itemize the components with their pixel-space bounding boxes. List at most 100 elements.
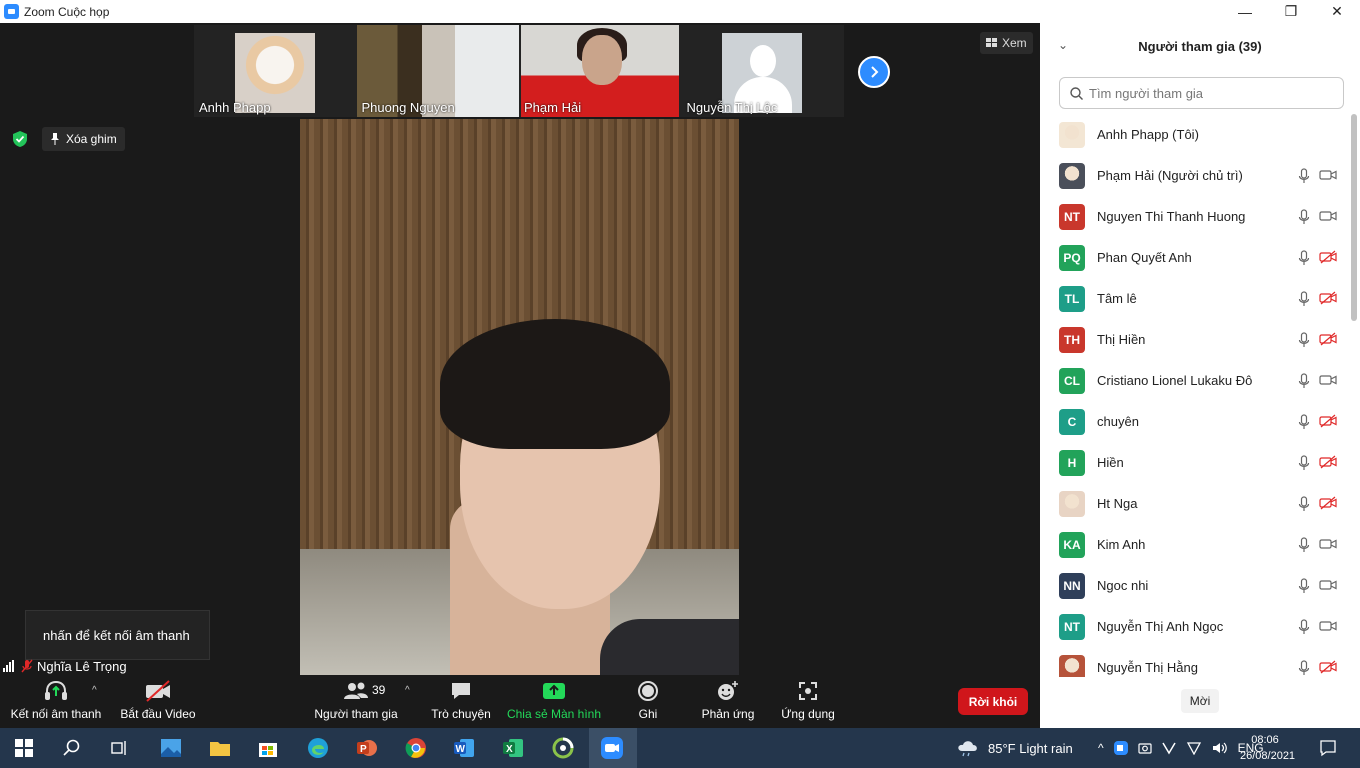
participant-search-input[interactable] [1089,85,1329,101]
excel-icon[interactable]: X [501,736,525,760]
participant-search[interactable] [1059,77,1344,109]
participants-icon [344,682,368,699]
video-off-icon [1319,332,1337,346]
join-audio-label: Kết nối âm thanh [10,707,102,721]
camera-tray-icon[interactable] [1138,741,1152,755]
unpin-button[interactable]: Xóa ghim [42,127,125,151]
participant-row[interactable]: KA Kim Anh [1040,524,1352,565]
participant-row[interactable]: Anhh Phapp (Tôi) [1040,114,1352,155]
main-video-feed [300,119,739,675]
thumbnail-name: Anhh Phapp [199,100,271,115]
mic-icon [1298,578,1310,593]
start-menu-icon[interactable] [12,736,36,760]
reactions-label: Phản ứng [701,707,755,721]
active-speaker-tag: Nghĩa Lê Trọng [0,657,127,675]
powerpoint-icon[interactable]: P [355,736,379,760]
participant-avatar: NT [1059,203,1085,230]
file-explorer-icon[interactable] [208,736,232,760]
participant-row[interactable]: Cchuyên [1040,401,1352,442]
participant-list-scrollbar[interactable] [1351,114,1357,677]
title-bar: Zoom Cuộc họp — ❐ ✕ [0,0,1360,23]
participant-row[interactable]: NT Nguyễn Thị Anh Ngọc [1040,606,1352,647]
share-screen-button[interactable]: Chia sẻ Màn hình [506,675,602,728]
mic-icon [1298,660,1310,675]
wifi-icon[interactable] [1186,741,1202,755]
participant-name: Cristiano Lionel Lukaku Đô [1097,373,1253,388]
audio-options-caret-icon[interactable]: ^ [92,685,97,696]
mic-icon [1298,209,1310,224]
thumbnail-anhh-phapp[interactable]: Anhh Phapp [194,25,357,117]
encryption-shield-icon[interactable] [11,130,29,148]
photos-app-icon[interactable] [159,736,183,760]
participants-button[interactable]: Người tham gia [310,675,402,728]
participant-avatar: PQ [1059,244,1085,271]
video-icon [1319,580,1337,590]
participant-name: Nguyễn Thị Anh Ngọc [1097,619,1224,634]
show-hidden-icons-caret-icon[interactable]: ^ [1098,741,1104,755]
video-off-icon [146,680,170,702]
participant-list: Anhh Phapp (Tôi) Phạm Hải (Người chủ trì)… [1040,114,1352,677]
weather-widget[interactable]: 85°F Light rain [956,728,1073,768]
participant-name: Nguyễn Thị Hằng [1097,660,1198,675]
minimize-button[interactable]: — [1222,0,1268,23]
word-icon[interactable]: W [452,736,476,760]
thumbnail-nguyen-thi-loc[interactable]: Nguyễn Thị Lộc [682,25,845,117]
zoom-taskbar-icon[interactable] [600,736,624,760]
cloud-rain-icon [958,741,977,757]
next-page-button[interactable] [858,56,890,88]
participants-panel-title: Người tham gia (39) [1138,38,1262,54]
microsoft-store-icon[interactable] [256,736,280,760]
thumbnail-strip: Anhh Phapp Phuong Nguyen Phạm Hải Nguyễn… [194,25,844,117]
participant-avatar: KA [1059,531,1085,558]
participants-options-caret-icon[interactable]: ^ [405,685,410,696]
maximize-button[interactable]: ❐ [1268,0,1314,23]
participant-avatar [1059,654,1085,677]
headphones-icon [45,680,67,700]
chat-button[interactable]: Trò chuyện [428,675,494,728]
participant-video-face [582,35,622,85]
notifications-icon[interactable] [1316,736,1340,760]
participant-row[interactable]: H Hiền [1040,442,1352,483]
unpin-label: Xóa ghim [66,132,117,146]
participant-name: Thị Hiền [1097,332,1146,347]
record-button[interactable]: Ghi [628,675,668,728]
volume-icon[interactable] [1212,741,1228,755]
invite-button[interactable]: Mời [1181,689,1219,713]
participant-row[interactable]: Phạm Hải (Người chủ trì) [1040,155,1352,196]
participants-label: Người tham gia [314,707,398,721]
participant-row[interactable]: TL Tâm lê [1040,278,1352,319]
system-tray: ^ ENG [1098,728,1264,768]
close-button[interactable]: ✕ [1314,0,1360,23]
zoom-tray-icon[interactable] [1113,741,1128,755]
reactions-button[interactable]: Phản ứng [698,675,758,728]
chrome-browser-icon[interactable] [404,736,428,760]
edge-browser-icon[interactable] [306,736,330,760]
participant-row[interactable]: NT Nguyen Thi Thanh Huong [1040,196,1352,237]
apps-icon [799,682,817,700]
participant-row[interactable]: Ht Nga [1040,483,1352,524]
apps-button[interactable]: Ứng dụng [778,675,838,728]
join-audio-tooltip[interactable]: nhấn để kết nối âm thanh [25,610,210,660]
participant-row[interactable]: TH Thị Hiền [1040,319,1352,360]
system-clock[interactable]: 08:06 26/08/2021 [1240,732,1296,764]
view-button[interactable]: Xem [980,32,1033,54]
nvidia-tray-icon[interactable] [1161,741,1176,755]
participant-row[interactable]: PQ Phan Quyết Anh [1040,237,1352,278]
join-audio-button[interactable]: Kết nối âm thanh [8,675,104,728]
thumbnail-phuong-nguyen[interactable]: Phuong Nguyen [356,25,519,117]
participant-row[interactable]: Nguyễn Thị Hằng [1040,647,1352,677]
clock-date: 26/08/2021 [1240,750,1296,762]
participant-name: Phạm Hải (Người chủ trì) [1097,168,1243,183]
participant-avatar: TH [1059,326,1085,353]
task-view-icon[interactable] [108,736,132,760]
thumbnail-pham-hai[interactable]: Phạm Hải [519,25,682,117]
start-video-button[interactable]: Bắt đầu Video [118,675,198,728]
video-icon [1319,621,1337,631]
apps-label: Ứng dụng [781,707,835,721]
participant-row[interactable]: CL Cristiano Lionel Lukaku Đô [1040,360,1352,401]
camtasia-app-icon[interactable] [551,736,575,760]
participant-row[interactable]: NN Ngoc nhi [1040,565,1352,606]
muted-mic-icon [21,659,33,673]
search-taskbar-icon[interactable] [60,736,84,760]
leave-meeting-button[interactable]: Rời khỏi [958,688,1028,715]
